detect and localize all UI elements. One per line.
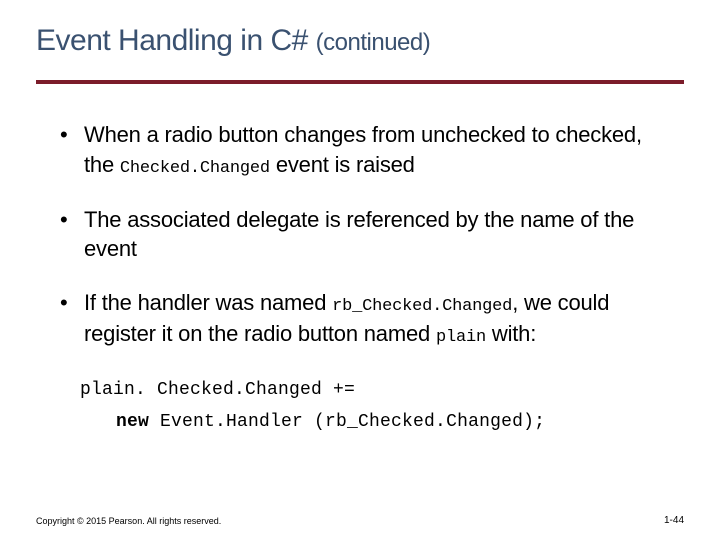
bullet-dot: • — [60, 205, 84, 264]
text-run: If the handler was named — [84, 290, 332, 315]
text-run: event is raised — [270, 152, 415, 177]
bullet-3: • If the handler was named rb_Checked.Ch… — [60, 288, 660, 350]
code-block: plain. Checked.Changed += new Event.Hand… — [80, 374, 660, 439]
bullet-text: When a radio button changes from uncheck… — [84, 120, 660, 181]
title-main: Event Handling in C# — [36, 24, 316, 57]
code-run: plain — [436, 328, 486, 347]
slide: Event Handling in C# (continued) • When … — [0, 0, 720, 540]
bullet-dot: • — [60, 288, 84, 350]
bullet-text: If the handler was named rb_Checked.Chan… — [84, 288, 660, 350]
horizontal-rule — [36, 80, 684, 84]
keyword-new: new — [116, 412, 149, 432]
page-number: 1-44 — [664, 515, 684, 526]
code-run: Checked.Changed — [120, 159, 270, 178]
bullet-1: • When a radio button changes from unche… — [60, 120, 660, 181]
title-continued: (continued) — [316, 29, 431, 56]
text-run: with: — [486, 321, 536, 346]
code-rest: Event.Handler (rb_Checked.Changed); — [149, 412, 545, 432]
code-line-1: plain. Checked.Changed += — [80, 374, 660, 406]
bullet-dot: • — [60, 120, 84, 181]
copyright-notice: Copyright © 2015 Pearson. All rights res… — [36, 516, 221, 526]
bullet-2: • The associated delegate is referenced … — [60, 205, 660, 264]
slide-body: • When a radio button changes from unche… — [60, 120, 660, 439]
code-line-2: new Event.Handler (rb_Checked.Changed); — [80, 406, 660, 438]
slide-title: Event Handling in C# (continued) — [36, 24, 430, 58]
code-run: rb_Checked.Changed — [332, 297, 512, 316]
bullet-text: The associated delegate is referenced by… — [84, 205, 660, 264]
text-run: The associated delegate is referenced by… — [84, 207, 634, 262]
